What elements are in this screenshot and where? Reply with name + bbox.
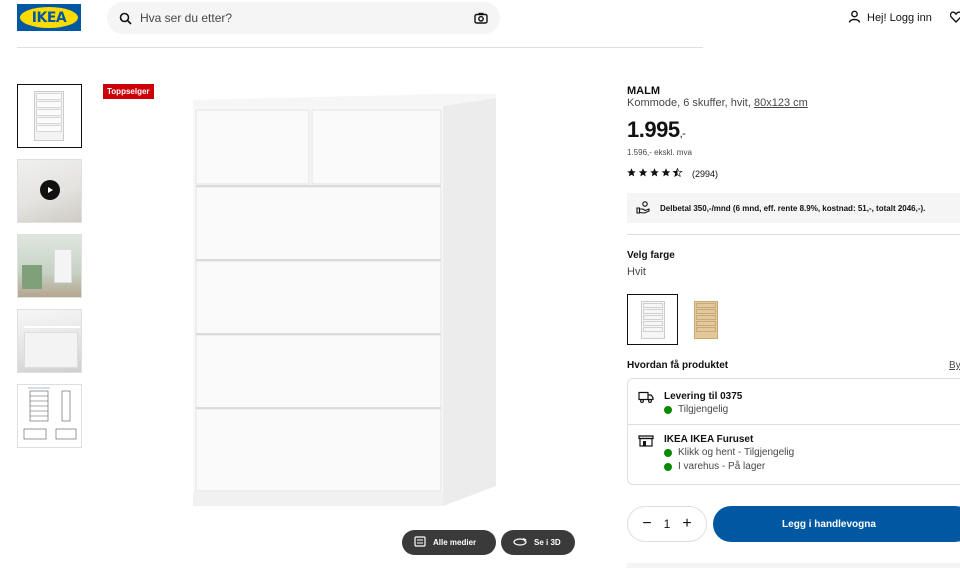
- status-available-icon: [664, 405, 672, 414]
- color-label: Velg farge: [627, 250, 675, 261]
- thumbnail-detail-closeup[interactable]: [17, 309, 82, 373]
- installment-text: Delbetal 350,-/mnd (6 mnd, eff. rente 8.…: [660, 203, 926, 213]
- play-icon: [40, 180, 60, 200]
- all-media-button[interactable]: Alle medier: [402, 530, 496, 555]
- store-icon: [638, 434, 654, 452]
- shipping-option[interactable]: Levering til 0375: [664, 391, 742, 402]
- bestseller-badge: Toppselger: [103, 84, 154, 99]
- product-description-text: Kommode, 6 skuffer, hvit,: [627, 97, 751, 109]
- product-description: Kommode, 6 skuffer, hvit, 80x123 cm: [627, 97, 808, 109]
- all-media-label: Alle medier: [433, 538, 477, 547]
- review-count: (2994): [692, 168, 719, 179]
- delivery-link[interactable]: By: [949, 360, 960, 371]
- product-image[interactable]: [193, 94, 496, 532]
- store-option[interactable]: IKEA IKEA Furuset: [664, 434, 753, 445]
- status-in-stock-icon: [664, 462, 672, 471]
- 3d-rotate-icon: [513, 537, 527, 549]
- search-bar[interactable]: Hva ser du etter?: [107, 2, 500, 34]
- decrease-quantity-button[interactable]: −: [640, 515, 654, 533]
- add-to-cart-button[interactable]: Legg i handlevogna: [713, 506, 960, 542]
- logo-oval: IKEA: [20, 7, 78, 28]
- product-dimensions-link[interactable]: 80x123 cm: [754, 97, 808, 109]
- color-swatch-oak[interactable]: [680, 294, 731, 345]
- installment-info[interactable]: Delbetal 350,-/mnd (6 mnd, eff. rente 8.…: [627, 193, 960, 223]
- thumbnail-dimension-drawing[interactable]: [17, 384, 82, 448]
- logo-text: IKEA: [31, 9, 67, 26]
- thumbnail-front-white[interactable]: [17, 84, 82, 148]
- ikea-logo[interactable]: IKEA: [17, 4, 81, 31]
- delivery-box: Levering til 0375 Tilgjengelig IKEA IKEA…: [627, 378, 960, 485]
- quantity-value[interactable]: 1: [664, 517, 671, 531]
- view-3d-button[interactable]: Se i 3D: [501, 530, 575, 555]
- increase-quantity-button[interactable]: +: [680, 515, 694, 533]
- search-icon: [119, 12, 132, 25]
- thumbnail-video[interactable]: [17, 159, 82, 223]
- next-section-strip: [627, 563, 960, 568]
- thumbnail-list: [17, 84, 82, 459]
- store-stock-text: I varehus - På lager: [678, 461, 766, 472]
- section-divider: [627, 234, 960, 235]
- store-pickup-text: Klikk og hent - Tilgjengelig: [678, 447, 795, 458]
- gallery-icon: [414, 536, 426, 549]
- heart-icon[interactable]: [949, 10, 960, 28]
- search-input[interactable]: Hva ser du etter?: [140, 11, 474, 25]
- login-link[interactable]: Hej! Logg inn: [848, 10, 932, 26]
- product-name: MALM: [627, 85, 660, 97]
- view-3d-label: Se i 3D: [534, 538, 561, 547]
- dresser-thumbnail-image: [34, 91, 64, 141]
- color-swatch-white[interactable]: [627, 294, 678, 345]
- shipping-status: Tilgjengelig: [664, 404, 728, 415]
- price-suffix: ,-: [679, 128, 686, 140]
- delivery-box-divider: [628, 424, 960, 425]
- rating[interactable]: (2994): [627, 167, 719, 179]
- price-main: 1.995: [627, 117, 680, 142]
- white-dresser-swatch-image: [640, 300, 665, 339]
- store-stock-status: I varehus - På lager: [664, 461, 765, 472]
- color-value: Hvit: [627, 266, 646, 278]
- truck-icon: [638, 390, 654, 408]
- star-rating-icon: [627, 167, 683, 179]
- shipping-status-text: Tilgjengelig: [678, 404, 729, 415]
- user-icon: [848, 10, 861, 26]
- camera-icon[interactable]: [474, 12, 488, 24]
- oak-dresser-swatch-image: [693, 300, 718, 339]
- delivery-title: Hvordan få produktet: [627, 360, 729, 371]
- header-divider: [17, 47, 703, 48]
- hand-coin-icon: [636, 200, 650, 216]
- login-label: Hej! Logg inn: [867, 12, 932, 24]
- quantity-stepper: − 1 +: [627, 506, 707, 542]
- product-price: 1.995,-: [627, 117, 686, 143]
- status-available-icon: [664, 448, 672, 457]
- thumbnail-room-scene[interactable]: [17, 234, 82, 298]
- price-ex-vat: 1.596,- ekskl. mva: [627, 148, 692, 157]
- store-pickup-status: Klikk og hent - Tilgjengelig: [664, 447, 794, 458]
